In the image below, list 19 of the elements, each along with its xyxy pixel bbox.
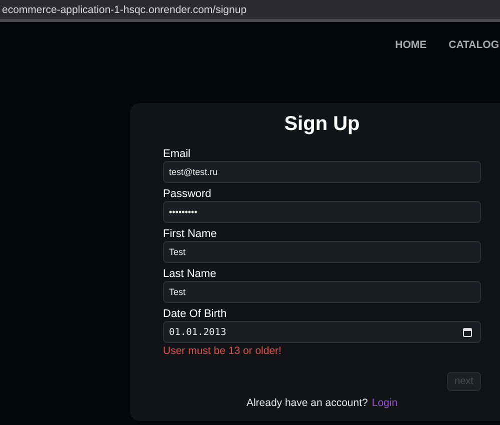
field-label: Email xyxy=(163,148,192,160)
field-label: Date Of Birth xyxy=(163,308,228,320)
error-message: User must be 13 or older! xyxy=(163,345,282,357)
nav-link[interactable]: HOME xyxy=(395,38,427,50)
address-bar[interactable]: ecommerce-application-1-hsqc.onrender.com/signup xyxy=(0,0,500,22)
field-label: First Name xyxy=(163,228,218,240)
field-label: Password xyxy=(163,188,212,200)
date-field[interactable]: 01.01.2013 xyxy=(163,321,481,343)
input-field[interactable]: Test xyxy=(163,241,481,263)
input-field[interactable]: Test xyxy=(163,281,481,303)
nav-link[interactable]: CATALOG xyxy=(448,38,499,50)
input-field[interactable]: test@test.ru xyxy=(163,161,481,183)
input-field[interactable]: ••••••••• xyxy=(163,201,481,223)
url-text: ecommerce-application-1-hsqc.onrender.com/signup xyxy=(2,4,247,16)
form-title: Sign Up xyxy=(283,113,361,136)
footer-text: Already have an account? xyxy=(246,397,368,409)
calendar-icon[interactable] xyxy=(463,328,472,336)
login-link[interactable]: Login xyxy=(372,397,398,409)
field-label: Last Name xyxy=(163,268,218,280)
